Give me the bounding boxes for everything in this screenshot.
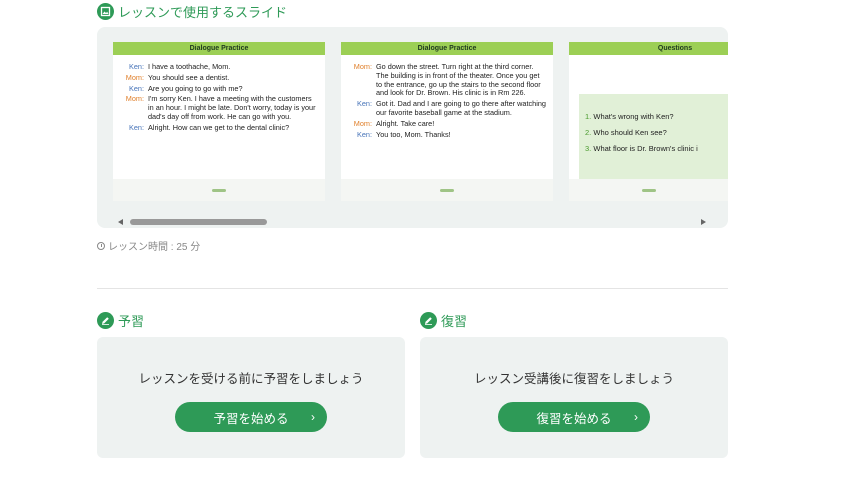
question-item: 3. What floor is Dr. Brown's clinic i (585, 144, 698, 153)
scroll-right-arrow-icon[interactable] (701, 219, 706, 225)
preview-description: レッスンを受ける前に予習をしましょう (138, 372, 364, 386)
slide-footer (113, 179, 325, 201)
dialogue-line: Ken: Got it. Dad and I are going to go th… (356, 99, 546, 117)
preview-section-header: 予習 (97, 311, 144, 330)
dialogue-line: Ken: You too, Mom. Thanks! (356, 129, 451, 139)
logo-icon (641, 188, 656, 192)
slide-3[interactable]: Questions 1. What's wrong with Ken? 2. W… (569, 42, 728, 201)
slides-section-title: レッスンで使用するスライド (118, 5, 288, 20)
questions-box: 1. What's wrong with Ken? 2. Who should … (579, 94, 728, 189)
clock-icon (97, 241, 105, 250)
slide-2[interactable]: Dialogue Practice Mom: Go down the street… (341, 42, 553, 201)
preview-card: レッスンを受ける前に予習をしましょう 予習を始める › (97, 337, 405, 458)
scrollbar-thumb[interactable] (130, 219, 267, 225)
start-review-label: 復習を始める (536, 411, 612, 426)
slide-header: Dialogue Practice (113, 42, 325, 55)
dialogue-line: Mom: Go down the street. Turn right at th… (353, 62, 541, 98)
scroll-left-arrow-icon[interactable] (118, 219, 123, 225)
start-review-button[interactable]: 復習を始める › (498, 402, 650, 432)
slide-1[interactable]: Dialogue Practice Ken: I have a toothache… (113, 42, 325, 201)
slide-header: Questions (569, 42, 728, 55)
question-item: 1. What's wrong with Ken? (585, 112, 674, 121)
dialogue-line: Mom: I'm sorry Ken. I have a meeting with… (125, 94, 316, 121)
review-title: 復習 (441, 314, 468, 329)
question-item: 2. Who should Ken see? (585, 128, 667, 137)
pencil-icon (420, 312, 437, 329)
slides-section-header: レッスンで使用するスライド (97, 2, 287, 21)
dialogue-line: Mom: Alright. Take care! (353, 118, 435, 128)
dialogue-line: Ken: I have a toothache, Mom. (128, 62, 231, 71)
chevron-right-icon: › (311, 410, 315, 424)
slide-footer (569, 179, 728, 201)
start-preview-button[interactable]: 予習を始める › (175, 402, 327, 432)
slide-footer (341, 179, 553, 201)
dialogue-line: Mom: You should see a dentist. (125, 72, 230, 82)
lesson-time: レッスン時間 : 25 分 (97, 238, 200, 253)
logo-icon (212, 188, 226, 192)
slide-header: Dialogue Practice (341, 42, 553, 55)
slides-carousel[interactable]: Dialogue Practice Ken: I have a toothache… (97, 27, 728, 228)
chevron-right-icon: › (634, 410, 638, 424)
review-description: レッスン受講後に復習をしましょう (473, 372, 674, 386)
dialogue-line: Ken: Are you going to go with me? (128, 83, 243, 93)
divider (97, 288, 728, 289)
dialogue-line: Ken: Alright. How can we get to the denta… (128, 122, 290, 132)
review-section-header: 復習 (420, 311, 467, 330)
pencil-icon (97, 312, 114, 329)
preview-title: 予習 (118, 314, 145, 329)
logo-icon (440, 188, 454, 192)
lesson-time-label: レッスン時間 : 25 分 (108, 242, 201, 253)
slides-icon (97, 3, 114, 20)
start-preview-label: 予習を始める (213, 411, 289, 426)
review-card: レッスン受講後に復習をしましょう 復習を始める › (420, 337, 728, 458)
